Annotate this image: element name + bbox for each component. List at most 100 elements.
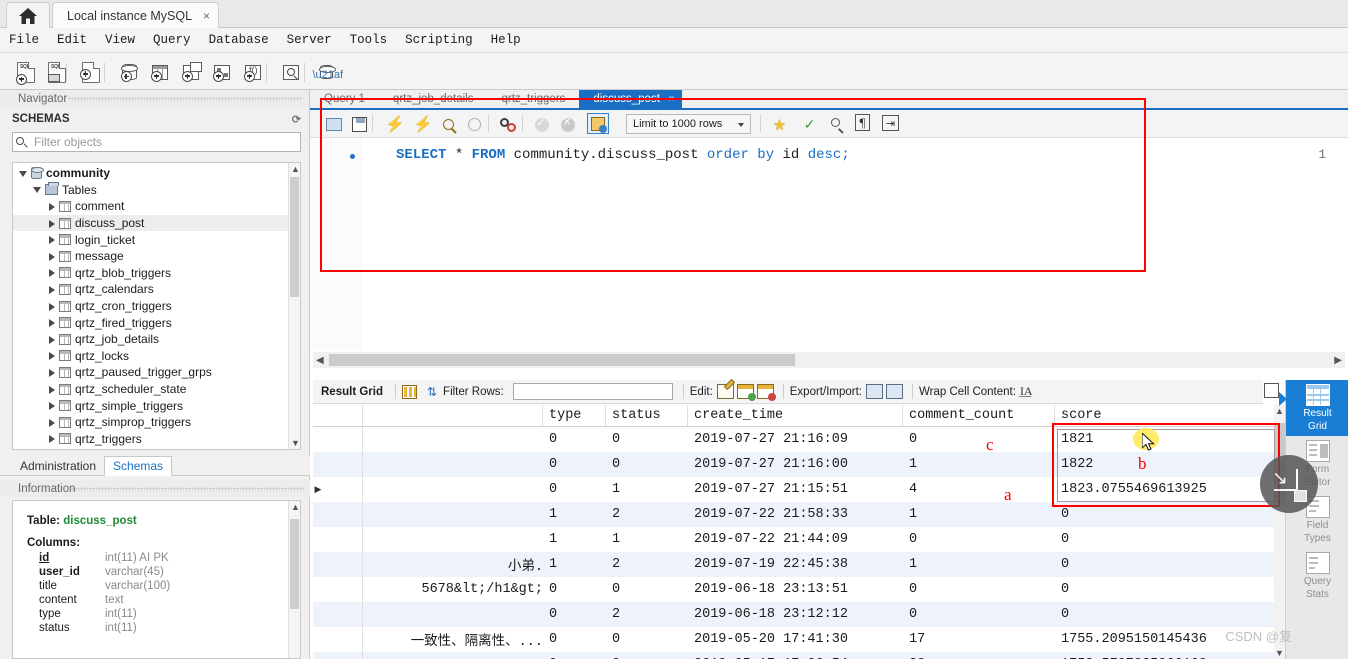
insert-row-icon[interactable]: [736, 384, 756, 401]
tab-qrtz-triggers[interactable]: qrtz_triggers: [487, 90, 579, 108]
save-script-icon[interactable]: [350, 115, 369, 134]
cell-title[interactable]: [363, 452, 543, 477]
cell-score[interactable]: 0: [1055, 552, 1285, 577]
table-row[interactable]: ▶ 0 1 2019-07-27 21:15:51 4 1823.075546961392…: [313, 477, 1285, 502]
chevron-right-icon[interactable]: [47, 302, 56, 311]
scrollbar-thumb-2[interactable]: [290, 519, 299, 609]
cell-create-time[interactable]: 2019-07-27 21:15:51: [688, 477, 903, 502]
tree-item-qrtz-triggers[interactable]: qrtz_triggers: [13, 431, 300, 448]
delete-row-icon[interactable]: [756, 384, 776, 401]
menu-scripting[interactable]: Scripting: [396, 31, 482, 49]
cell-type[interactable]: 0: [543, 452, 606, 477]
close-icon-tab[interactable]: ×: [668, 93, 674, 105]
edit-cell-icon[interactable]: [716, 384, 734, 399]
refresh-icon[interactable]: ⟳: [292, 113, 301, 126]
cell-title[interactable]: [363, 502, 543, 527]
filter-objects-input[interactable]: [29, 133, 300, 151]
cell-type[interactable]: 0: [543, 577, 606, 602]
row-handle[interactable]: [323, 602, 363, 627]
row-handle[interactable]: [323, 527, 363, 552]
table-row[interactable]: 1 2 2019-07-22 21:58:33 1 0: [313, 502, 1285, 527]
table-row[interactable]: 5678&lt;/h1&gt; 0 0 2019-06-18 23:13:51 0 0: [313, 577, 1285, 602]
sql-editor[interactable]: 1 SELECT * FROM community.discuss_post o…: [310, 138, 1348, 350]
grid-header-type[interactable]: type: [543, 405, 606, 426]
cell-comment-count[interactable]: 0: [903, 427, 1055, 452]
beautify-sql-icon[interactable]: ★: [770, 115, 789, 134]
cell-type[interactable]: 0: [543, 602, 606, 627]
cell-comment-count[interactable]: 4: [903, 477, 1055, 502]
tab-administration[interactable]: Administration: [12, 457, 104, 475]
limit-rows-dropdown[interactable]: Limit to 1000 rows: [626, 114, 751, 134]
row-handle[interactable]: [323, 627, 363, 652]
new-schema-icon[interactable]: [117, 60, 141, 84]
chevron-right-icon[interactable]: [47, 418, 56, 427]
close-icon[interactable]: ×: [203, 9, 210, 23]
menu-view[interactable]: View: [96, 31, 144, 49]
chevron-down-icon-grid[interactable]: ▼: [1275, 648, 1284, 658]
tree-item-login-ticket[interactable]: login_ticket: [13, 231, 300, 248]
tab-qrtz-job-details[interactable]: qrtz_job_details: [379, 90, 488, 108]
table-row[interactable]: 1 1 2019-07-22 21:44:09 0 0: [313, 527, 1285, 552]
cell-status[interactable]: 2: [606, 602, 688, 627]
grid-header-comment-count[interactable]: comment_count: [903, 405, 1055, 426]
grid-header-title[interactable]: [363, 405, 543, 426]
table-row[interactable]: 0 2 2019-06-18 23:12:12 0 0: [313, 602, 1285, 627]
cell-status[interactable]: 0: [606, 652, 688, 659]
result-grid-scrollbar[interactable]: ▲ ▼: [1274, 405, 1285, 659]
cell-comment-count[interactable]: 0: [903, 527, 1055, 552]
tree-item-qrtz-locks[interactable]: qrtz_locks: [13, 348, 300, 365]
tree-item-qrtz-blob-triggers[interactable]: qrtz_blob_triggers: [13, 265, 300, 282]
row-handle[interactable]: [323, 577, 363, 602]
chevron-right-icon[interactable]: [47, 202, 56, 211]
chevron-right-icon[interactable]: [47, 351, 56, 361]
connection-tab[interactable]: Local instance MySQL ×: [52, 2, 220, 28]
rail-result-grid[interactable]: Result Grid: [1279, 380, 1348, 436]
commit-icon[interactable]: [532, 115, 551, 134]
toggle-stop-on-error-icon[interactable]: [498, 115, 517, 134]
tab-schemas[interactable]: Schemas: [104, 456, 173, 476]
autocommit-icon[interactable]: [587, 113, 609, 134]
cell-type[interactable]: 0: [543, 652, 606, 659]
cell-title[interactable]: 小弟.: [363, 552, 543, 577]
cell-type[interactable]: 1: [543, 552, 606, 577]
tree-item-qrtz-calendars[interactable]: qrtz_calendars: [13, 281, 300, 298]
chevron-down-icon-limit[interactable]: [738, 123, 744, 127]
chevron-right-icon[interactable]: [47, 235, 56, 245]
import-recordset-icon[interactable]: [885, 384, 903, 399]
tree-item-comment[interactable]: comment: [13, 198, 300, 215]
chevron-down-icon[interactable]: [33, 185, 42, 194]
chevron-right-icon[interactable]: [47, 268, 56, 278]
chevron-right-icon[interactable]: [47, 219, 56, 228]
cell-score[interactable]: 0: [1055, 502, 1285, 527]
cell-title[interactable]: [363, 602, 543, 627]
connection-info-icon[interactable]: i: [79, 60, 103, 84]
cell-status[interactable]: 2: [606, 552, 688, 577]
chevron-up-icon-2[interactable]: ▲: [291, 502, 300, 512]
cell-type[interactable]: 0: [543, 627, 606, 652]
tree-item-qrtz-fired-triggers[interactable]: qrtz_fired_triggers: [13, 314, 300, 331]
stop-execution-icon[interactable]: [465, 115, 484, 134]
wrap-lines-icon[interactable]: ⇥: [882, 115, 899, 131]
cell-title[interactable]: [363, 652, 543, 659]
chevron-down-icon[interactable]: [19, 169, 28, 178]
grid-header-status[interactable]: status: [606, 405, 688, 426]
cell-create-time[interactable]: 2019-06-18 23:12:12: [688, 602, 903, 627]
table-row[interactable]: 小弟. 1 2 2019-07-19 22:45:38 1 0: [313, 552, 1285, 577]
cell-title[interactable]: [363, 527, 543, 552]
cell-create-time[interactable]: 2019-07-27 21:16:00: [688, 452, 903, 477]
new-sql-tab-icon[interactable]: SQL: [14, 60, 38, 85]
hscroll-thumb[interactable]: [329, 354, 795, 366]
chevron-right-icon[interactable]: ▶: [1334, 355, 1342, 366]
tab-query-1[interactable]: Query 1: [310, 90, 379, 108]
open-script-icon[interactable]: [324, 115, 343, 134]
rail-query-stats[interactable]: Query Stats: [1286, 548, 1348, 604]
wrap-text-icon[interactable]: I̲A̲: [1020, 384, 1033, 399]
cell-type[interactable]: 1: [543, 527, 606, 552]
cell-type[interactable]: 0: [543, 427, 606, 452]
tab-discuss-post[interactable]: discuss_post ×: [579, 90, 682, 108]
menu-query[interactable]: Query: [144, 31, 200, 49]
scrollbar-thumb[interactable]: [290, 177, 299, 297]
new-view-icon[interactable]: [179, 60, 203, 84]
cell-score[interactable]: 1752.5797835966168: [1055, 652, 1285, 659]
cell-status[interactable]: 0: [606, 627, 688, 652]
